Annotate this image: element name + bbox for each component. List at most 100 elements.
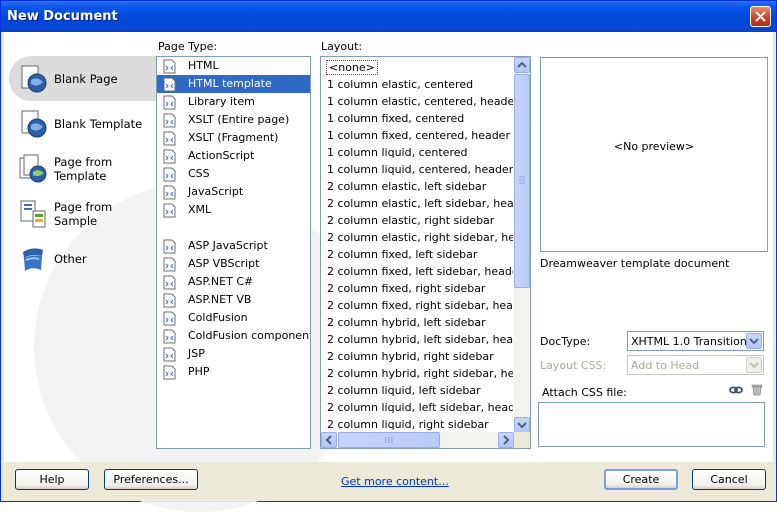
layout-item[interactable]: 2 column fixed, right sidebar, header a	[321, 297, 513, 314]
layout-item[interactable]: 1 column fixed, centered	[321, 110, 513, 127]
create-button[interactable]: Create	[604, 469, 678, 490]
layout-item[interactable]: <none>	[321, 59, 513, 76]
layout-item[interactable]: 2 column hybrid, right sidebar, header	[321, 365, 513, 382]
file-icon	[163, 59, 176, 74]
page-type-list[interactable]: HTML HTML template Library item XSLT (Entir…	[156, 56, 311, 449]
layout-item[interactable]: 1 column elastic, centered, header and	[321, 93, 513, 110]
page-type-item[interactable]: HTML template	[157, 75, 310, 93]
page-type-item[interactable]: ASP.NET VB	[157, 291, 310, 309]
page-type-label: Page Type:	[158, 40, 218, 53]
dropdown-arrow[interactable]	[746, 357, 762, 373]
doctype-select[interactable]: XHTML 1.0 Transitional	[627, 331, 764, 351]
page-type-label: PHP	[188, 365, 210, 378]
page-type-item[interactable]: PHP	[157, 363, 310, 381]
scroll-down-button[interactable]	[514, 417, 530, 433]
layout-item[interactable]: 2 column hybrid, left sidebar	[321, 314, 513, 331]
page-type-label: XSLT (Fragment)	[188, 131, 279, 144]
layout-css-select[interactable]: Add to Head	[627, 355, 764, 375]
file-icon	[163, 329, 176, 344]
file-icon	[163, 95, 176, 110]
page-type-item[interactable]: ColdFusion	[157, 309, 310, 327]
layout-item-label: 2 column liquid, left sidebar, header an	[327, 401, 513, 414]
page-type-item[interactable]: XSLT (Entire page)	[157, 111, 310, 129]
page-type-item[interactable]: ColdFusion component	[157, 327, 310, 345]
category-page-from-sample[interactable]: Page from Sample	[9, 191, 157, 236]
layout-item[interactable]: 1 column elastic, centered	[321, 76, 513, 93]
dropdown-arrow[interactable]	[746, 333, 762, 349]
layout-item[interactable]: 1 column liquid, centered, header and f	[321, 161, 513, 178]
file-icon	[163, 239, 176, 254]
category-other[interactable]: Other	[9, 236, 157, 281]
scroll-left-button[interactable]	[321, 432, 337, 448]
attach-css-list[interactable]	[538, 402, 765, 447]
layout-item[interactable]: 2 column hybrid, right sidebar	[321, 348, 513, 365]
layout-item[interactable]: 2 column elastic, left sidebar, header a	[321, 195, 513, 212]
layout-item-label: <none>	[326, 60, 378, 75]
layout-item-label: 2 column hybrid, left sidebar	[327, 316, 486, 329]
file-icon	[163, 347, 176, 362]
help-button[interactable]: Help	[15, 469, 89, 490]
layout-item[interactable]: 2 column liquid, right sidebar	[321, 416, 513, 433]
doctype-label: DocType:	[540, 335, 591, 348]
chevron-up-icon	[517, 61, 527, 68]
layout-vertical-scrollbar[interactable]	[514, 57, 530, 433]
category-blank-page[interactable]: Blank Page	[9, 56, 157, 101]
page-type-item[interactable]: CSS	[157, 165, 310, 183]
layout-item[interactable]: 2 column elastic, right sidebar	[321, 212, 513, 229]
layout-item[interactable]: 2 column elastic, left sidebar	[321, 178, 513, 195]
page-type-label: ASP.NET VB	[188, 293, 252, 306]
layout-item[interactable]: 2 column hybrid, left sidebar, header a	[321, 331, 513, 348]
layout-item[interactable]: 2 column fixed, left sidebar, header an	[321, 263, 513, 280]
page-type-label: Library item	[188, 95, 255, 108]
preview-placeholder: <No preview>	[613, 140, 695, 153]
page-type-item[interactable]: JavaScript	[157, 183, 310, 201]
scroll-up-button[interactable]	[514, 57, 530, 73]
layout-item[interactable]: 1 column fixed, centered, header and f	[321, 127, 513, 144]
file-icon	[163, 203, 176, 218]
page-type-item[interactable]: HTML	[157, 57, 310, 75]
page-type-item[interactable]: JSP	[157, 345, 310, 363]
layout-item-label: 2 column fixed, right sidebar, header a	[327, 299, 513, 312]
attach-css-label: Attach CSS file:	[542, 386, 627, 399]
layout-item[interactable]: 2 column fixed, right sidebar	[321, 280, 513, 297]
file-icon	[163, 77, 176, 92]
category-label: Other	[54, 251, 87, 266]
dialog-body: Blank Page Blank Template Page from Temp…	[4, 32, 773, 512]
layout-item-label: 1 column liquid, centered, header and f	[327, 163, 513, 176]
layout-item-label: 1 column liquid, centered	[327, 146, 468, 159]
file-icon	[163, 257, 176, 272]
preferences-button[interactable]: Preferences...	[104, 469, 198, 490]
scrollbar-corner	[514, 432, 530, 448]
title-bar[interactable]: New Document	[1, 1, 776, 32]
layout-item-label: 2 column liquid, left sidebar	[327, 384, 481, 397]
layout-horizontal-scrollbar[interactable]	[321, 432, 514, 448]
layout-item-label: 2 column fixed, left sidebar	[327, 248, 478, 261]
page-type-item[interactable]: XML	[157, 201, 310, 219]
layout-item[interactable]: 2 column fixed, left sidebar	[321, 246, 513, 263]
link-icon[interactable]	[729, 384, 743, 396]
layout-item[interactable]: 2 column elastic, right sidebar, header	[321, 229, 513, 246]
layout-item-label: 2 column fixed, left sidebar, header an	[327, 265, 513, 278]
horizontal-scroll-thumb[interactable]	[338, 432, 440, 448]
category-page-from-template[interactable]: Page from Template	[9, 146, 157, 191]
file-icon	[163, 275, 176, 290]
chevron-down-icon	[517, 422, 527, 429]
page-type-item[interactable]: ASP JavaScript	[157, 237, 310, 255]
layout-item[interactable]: 1 column liquid, centered	[321, 144, 513, 161]
page-type-item[interactable]: XSLT (Fragment)	[157, 129, 310, 147]
scroll-right-button[interactable]	[498, 432, 514, 448]
get-more-content-link[interactable]: Get more content...	[341, 475, 449, 488]
cancel-button[interactable]: Cancel	[692, 469, 766, 490]
category-blank-template[interactable]: Blank Template	[9, 101, 157, 146]
file-icon	[163, 185, 176, 200]
page-type-item[interactable]: ASP VBScript	[157, 255, 310, 273]
page-type-item[interactable]: Library item	[157, 93, 310, 111]
scroll-thumb[interactable]	[514, 74, 530, 288]
layout-item[interactable]: 2 column liquid, left sidebar, header an	[321, 399, 513, 416]
layout-item[interactable]: 2 column liquid, left sidebar	[321, 382, 513, 399]
layout-list[interactable]: <none> 1 column elastic, centered 1 column…	[320, 56, 531, 449]
trash-icon[interactable]	[751, 383, 763, 396]
close-button[interactable]	[750, 6, 771, 27]
page-type-item[interactable]: ActionScript	[157, 147, 310, 165]
page-type-item[interactable]: ASP.NET C#	[157, 273, 310, 291]
